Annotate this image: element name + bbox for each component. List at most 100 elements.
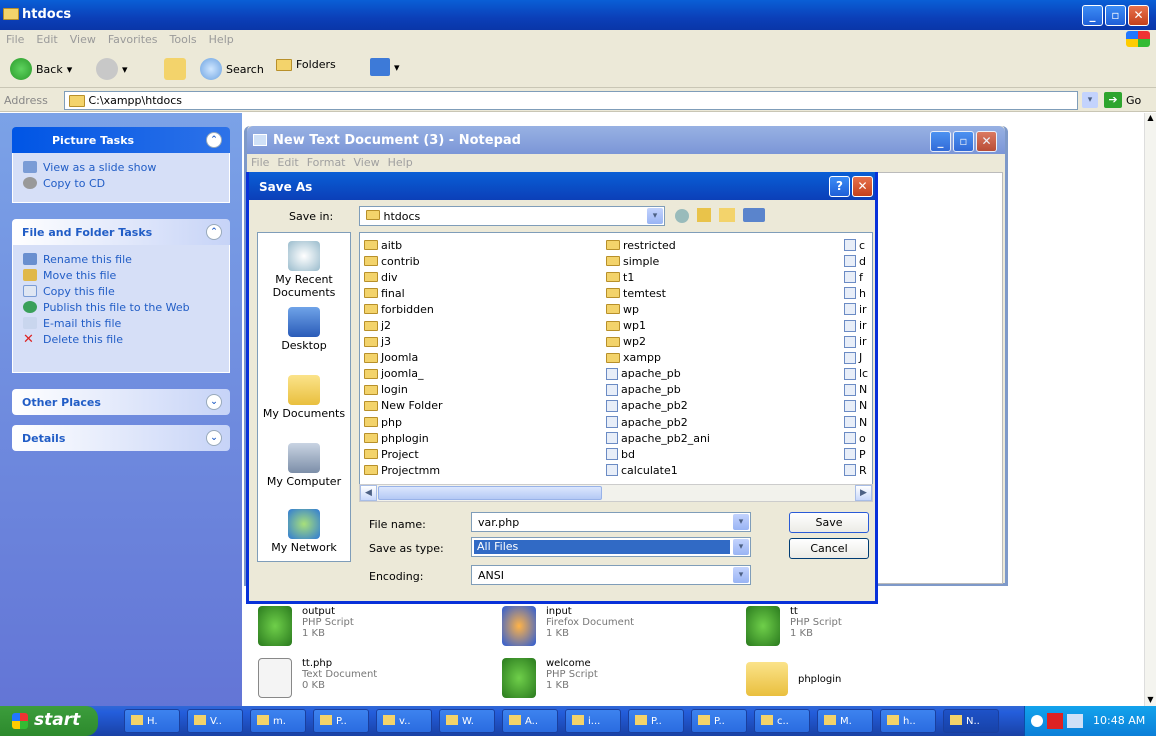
list-item[interactable]: New Folder bbox=[364, 398, 442, 414]
taskbar-button[interactable]: h.. bbox=[880, 709, 936, 733]
list-item[interactable]: j3 bbox=[364, 334, 442, 350]
list-item[interactable]: f bbox=[844, 269, 868, 285]
place-recent[interactable]: My Recent Documents bbox=[258, 241, 350, 299]
other-places-header[interactable]: Other Places ⌄ bbox=[12, 389, 230, 415]
list-item[interactable]: div bbox=[364, 269, 442, 285]
list-item[interactable]: apache_pb2 bbox=[606, 398, 710, 414]
taskbar-button[interactable]: i... bbox=[565, 709, 621, 733]
place-desktop[interactable]: Desktop bbox=[258, 307, 350, 352]
file-item-welcome[interactable]: welcome PHP Script 1 KB bbox=[502, 658, 598, 698]
list-item[interactable]: Joomla bbox=[364, 350, 442, 366]
view-slideshow-link[interactable]: View as a slide show bbox=[23, 159, 219, 175]
np-menu-format[interactable]: Format bbox=[303, 154, 350, 171]
scroll-up-icon[interactable]: ▲ bbox=[1145, 113, 1156, 125]
file-item-output[interactable]: output PHP Script 1 KB bbox=[258, 606, 354, 646]
list-item[interactable]: N bbox=[844, 414, 868, 430]
delete-file-link[interactable]: ✕ Delete this file bbox=[23, 331, 219, 347]
back-button[interactable]: Back ▾ bbox=[10, 58, 72, 80]
taskbar-button[interactable]: W. bbox=[439, 709, 495, 733]
menu-edit[interactable]: Edit bbox=[30, 30, 63, 46]
notepad-close-button[interactable]: ✕ bbox=[976, 131, 997, 152]
place-my-computer[interactable]: My Computer bbox=[258, 443, 350, 488]
scroll-left-icon[interactable]: ◀ bbox=[360, 485, 377, 501]
notepad-minimize-button[interactable]: _ bbox=[930, 131, 951, 152]
list-item[interactable]: calculate1 bbox=[606, 462, 710, 478]
list-item[interactable]: Projectmm bbox=[364, 462, 442, 478]
taskbar-button[interactable]: P.. bbox=[628, 709, 684, 733]
list-item[interactable]: R bbox=[844, 462, 868, 478]
file-item-input[interactable]: input Firefox Document 1 KB bbox=[502, 606, 634, 646]
list-item[interactable]: J bbox=[844, 350, 868, 366]
collapse-icon[interactable]: ⌃ bbox=[206, 132, 222, 148]
list-item[interactable]: t1 bbox=[606, 269, 710, 285]
list-item[interactable]: contrib bbox=[364, 253, 442, 269]
view-menu-icon[interactable] bbox=[743, 208, 765, 222]
menu-tools[interactable]: Tools bbox=[164, 30, 203, 46]
details-header[interactable]: Details ⌄ bbox=[12, 425, 230, 451]
list-item[interactable]: apache_pb bbox=[606, 382, 710, 398]
list-item[interactable]: wp2 bbox=[606, 334, 710, 350]
taskbar-button[interactable]: P.. bbox=[313, 709, 369, 733]
place-my-network[interactable]: My Network bbox=[258, 509, 350, 554]
move-file-link[interactable]: Move this file bbox=[23, 267, 219, 283]
list-item[interactable]: joomla_ bbox=[364, 366, 442, 382]
list-item[interactable]: wp1 bbox=[606, 317, 710, 333]
save-button[interactable]: Save bbox=[789, 512, 869, 533]
place-my-documents[interactable]: My Documents bbox=[258, 375, 350, 420]
file-folder-tasks-header[interactable]: File and Folder Tasks ⌃ bbox=[12, 219, 230, 245]
list-item[interactable]: c bbox=[844, 237, 868, 253]
np-menu-help[interactable]: Help bbox=[384, 154, 417, 171]
np-menu-edit[interactable]: Edit bbox=[273, 154, 302, 171]
taskbar-button[interactable]: c.. bbox=[754, 709, 810, 733]
list-item[interactable]: simple bbox=[606, 253, 710, 269]
np-menu-view[interactable]: View bbox=[350, 154, 384, 171]
forward-button[interactable]: ▾ bbox=[96, 58, 128, 80]
up-folder-button[interactable] bbox=[164, 58, 186, 80]
file-item-phplogin[interactable]: phplogin bbox=[746, 662, 841, 696]
taskbar-button[interactable]: v.. bbox=[376, 709, 432, 733]
address-input[interactable]: C:\xampp\htdocs bbox=[64, 91, 1078, 110]
expand-icon[interactable]: ⌄ bbox=[206, 430, 222, 446]
taskbar-button[interactable]: N.. bbox=[943, 709, 999, 733]
menu-file[interactable]: File bbox=[0, 30, 30, 46]
start-button[interactable]: start bbox=[0, 706, 98, 736]
list-item[interactable]: P bbox=[844, 446, 868, 462]
list-item[interactable]: N bbox=[844, 398, 868, 414]
menu-help[interactable]: Help bbox=[203, 30, 240, 46]
list-item[interactable]: apache_pb2_ani bbox=[606, 430, 710, 446]
taskbar-button[interactable]: P.. bbox=[691, 709, 747, 733]
list-item[interactable]: wp bbox=[606, 301, 710, 317]
list-item[interactable]: phplogin bbox=[364, 430, 442, 446]
address-dropdown[interactable]: ▾ bbox=[1082, 92, 1098, 108]
network-icon[interactable] bbox=[1067, 714, 1083, 728]
new-folder-icon[interactable] bbox=[719, 208, 735, 222]
list-item[interactable]: d bbox=[844, 253, 868, 269]
list-item[interactable]: apache_pb bbox=[606, 366, 710, 382]
dialog-close-button[interactable]: ✕ bbox=[852, 176, 873, 197]
help-button[interactable]: ? bbox=[829, 176, 850, 197]
menu-favorites[interactable]: Favorites bbox=[102, 30, 164, 46]
np-menu-file[interactable]: File bbox=[247, 154, 273, 171]
tray-arrow-icon[interactable] bbox=[1031, 715, 1043, 727]
go-button[interactable]: Go bbox=[1126, 94, 1141, 107]
file-item-tt-php[interactable]: tt.php Text Document 0 KB bbox=[258, 658, 377, 698]
list-item[interactable]: ir bbox=[844, 301, 868, 317]
save-in-dropdown[interactable]: htdocs ▾ bbox=[359, 206, 665, 226]
folders-button[interactable]: Folders bbox=[276, 58, 336, 71]
list-item[interactable]: h bbox=[844, 285, 868, 301]
taskbar-button[interactable]: M. bbox=[817, 709, 873, 733]
list-item[interactable]: final bbox=[364, 285, 442, 301]
copy-file-link[interactable]: Copy this file bbox=[23, 283, 219, 299]
list-item[interactable]: restricted bbox=[606, 237, 710, 253]
rename-file-link[interactable]: Rename this file bbox=[23, 251, 219, 267]
list-item[interactable]: ir bbox=[844, 334, 868, 350]
explorer-title-bar[interactable]: htdocs _ ▫ ✕ bbox=[0, 0, 1156, 30]
publish-web-link[interactable]: Publish this file to the Web bbox=[23, 299, 219, 315]
taskbar-button[interactable]: m. bbox=[250, 709, 306, 733]
list-item[interactable]: xampp bbox=[606, 350, 710, 366]
up-folder-icon[interactable] bbox=[697, 208, 711, 222]
list-item[interactable]: N bbox=[844, 382, 868, 398]
expand-icon[interactable]: ⌄ bbox=[206, 394, 222, 410]
antivirus-icon[interactable] bbox=[1047, 713, 1063, 729]
list-item[interactable]: forbidden bbox=[364, 301, 442, 317]
